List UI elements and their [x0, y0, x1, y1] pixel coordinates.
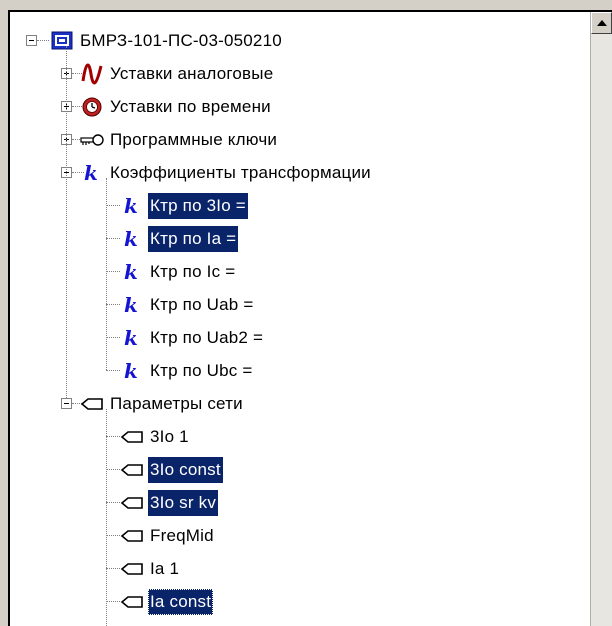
tree-view-panel: БМРЗ-101-ПС-03-050210 Уставки аналоговые У…: [8, 10, 612, 626]
clock-icon: [80, 96, 104, 118]
tree-connector: [106, 238, 120, 239]
tree-connector: [37, 40, 49, 41]
settings-tree: БМРЗ-101-ПС-03-050210 Уставки аналоговые У…: [10, 12, 590, 626]
tree-item-label[interactable]: Уставки аналоговые: [108, 61, 275, 87]
tree-connector: [106, 370, 120, 371]
tag-icon: [120, 426, 144, 448]
tree-connector: [106, 337, 120, 338]
key-icon: [80, 129, 104, 151]
tag-icon: [80, 393, 104, 415]
collapse-toggle[interactable]: [26, 35, 37, 46]
svg-text:k: k: [124, 360, 138, 382]
tag-icon: [120, 558, 144, 580]
tree-leaf-item[interactable]: 3Io 1: [120, 420, 191, 453]
tree-item-label[interactable]: Ктр по 3Io =: [148, 192, 248, 219]
device-icon: [50, 30, 74, 52]
svg-text:k: k: [124, 261, 138, 283]
k-coefficient-icon: k: [80, 162, 104, 184]
tree-item-label[interactable]: 3Io sr kv: [148, 489, 219, 516]
tree-leaf-item[interactable]: k Ктр по 3Io =: [120, 189, 248, 222]
tag-icon: [120, 525, 144, 547]
tree-connector: [66, 46, 67, 398]
tree-leaf-item[interactable]: Ia 1: [120, 552, 181, 585]
tree-connector: [106, 178, 107, 370]
k-coefficient-icon: k: [120, 228, 144, 250]
tree-leaf-item[interactable]: Ic 1: [120, 618, 180, 626]
svg-text:k: k: [124, 327, 138, 349]
tag-icon: [120, 492, 144, 514]
tree-leaf-item[interactable]: FreqMid: [120, 519, 216, 552]
tree-group-item[interactable]: Параметры сети: [80, 387, 245, 420]
k-coefficient-icon: k: [120, 294, 144, 316]
tree-connector: [106, 535, 120, 536]
tree-item-label[interactable]: БМРЗ-101-ПС-03-050210: [78, 28, 284, 54]
svg-text:k: k: [124, 228, 138, 250]
tree-connector: [106, 601, 120, 602]
tree-connector: [106, 304, 120, 305]
tree-item-label[interactable]: Ктр по Uab =: [148, 292, 256, 318]
scroll-up-button[interactable]: [591, 12, 612, 34]
tag-icon: [120, 591, 144, 613]
tree-connector: [106, 502, 120, 503]
tree-item-label[interactable]: Ктр по Ubc =: [148, 358, 255, 384]
tree-leaf-item[interactable]: k Ктр по Uab2 =: [120, 321, 265, 354]
tree-group-item[interactable]: k Коэффициенты трансформации: [80, 156, 373, 189]
tree-leaf-item[interactable]: Ia const: [120, 585, 214, 618]
svg-text:k: k: [124, 294, 138, 316]
tree-item-label[interactable]: Ic 1: [148, 622, 180, 626]
tree-item-label[interactable]: Коэффициенты трансформации: [108, 160, 373, 186]
tree-leaf-item[interactable]: 3Io const: [120, 453, 223, 486]
k-coefficient-icon: k: [120, 360, 144, 382]
k-coefficient-icon: k: [120, 261, 144, 283]
svg-text:k: k: [124, 195, 138, 217]
tree-item-label[interactable]: Ктр по Uab2 =: [148, 325, 265, 351]
tree-item-label[interactable]: Параметры сети: [108, 391, 245, 417]
tree-group-item[interactable]: Программные ключи: [80, 123, 279, 156]
tree-item-label[interactable]: Ктр по Ic =: [148, 259, 237, 285]
k-coefficient-icon: k: [120, 327, 144, 349]
tree-connector: [106, 436, 120, 437]
tree-connector: [106, 409, 107, 626]
tree-leaf-item[interactable]: 3Io sr kv: [120, 486, 219, 519]
tree-connector: [106, 469, 120, 470]
tag-icon: [120, 459, 144, 481]
tree-item-label[interactable]: Ia 1: [148, 556, 181, 582]
tree-leaf-item[interactable]: k Ктр по Ia =: [120, 222, 239, 255]
collapse-toggle[interactable]: [61, 398, 72, 409]
tree-group-item[interactable]: Уставки аналоговые: [80, 57, 275, 90]
vertical-scrollbar[interactable]: [590, 12, 612, 626]
tree-item-label[interactable]: 3Io const: [148, 456, 223, 483]
analog-wave-icon: [80, 63, 104, 85]
tree-connector: [106, 568, 120, 569]
tree-root-device[interactable]: БМРЗ-101-ПС-03-050210: [50, 24, 284, 57]
tree-leaf-item[interactable]: k Ктр по Ubc =: [120, 354, 255, 387]
tree-item-label[interactable]: FreqMid: [148, 523, 216, 549]
tree-item-label[interactable]: Уставки по времени: [108, 94, 273, 120]
tree-item-label[interactable]: Ia const: [148, 588, 214, 615]
tree-connector: [106, 205, 120, 206]
tree-leaf-item[interactable]: k Ктр по Uab =: [120, 288, 256, 321]
tree-item-label[interactable]: Ктр по Ia =: [148, 225, 239, 252]
tree-group-item[interactable]: Уставки по времени: [80, 90, 273, 123]
k-coefficient-icon: k: [120, 195, 144, 217]
arrow-up-icon: [597, 20, 607, 26]
tree-item-label[interactable]: 3Io 1: [148, 424, 191, 450]
tree-connector: [106, 271, 120, 272]
tree-item-label[interactable]: Программные ключи: [108, 127, 279, 153]
tree-leaf-item[interactable]: k Ктр по Ic =: [120, 255, 237, 288]
svg-text:k: k: [84, 162, 98, 184]
